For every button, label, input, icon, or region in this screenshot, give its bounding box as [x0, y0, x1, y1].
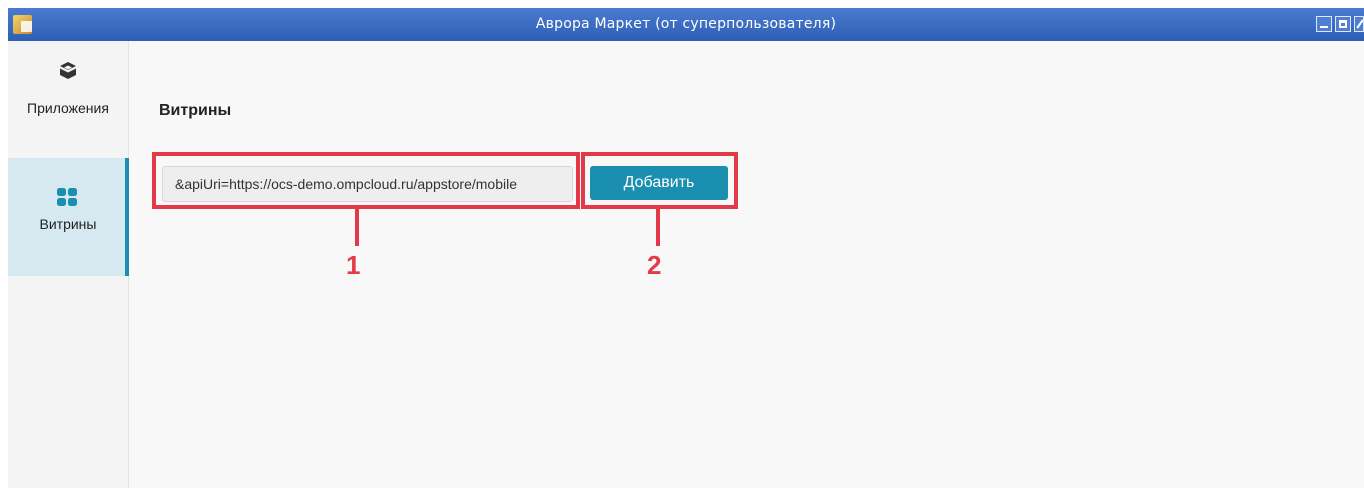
- page-title: Витрины: [159, 102, 232, 119]
- app-window: Аврора Маркет (от суперпользователя) При…: [8, 8, 1364, 488]
- callout-number-2: 2: [647, 250, 662, 280]
- sidebar-item-stores[interactable]: Витрины: [8, 158, 129, 276]
- window-title: Аврора Маркет (от суперпользователя): [535, 16, 837, 32]
- box-icon: [60, 62, 76, 79]
- sidebar-item-applications[interactable]: Приложения: [8, 41, 128, 143]
- sidebar-item-label: Витрины: [39, 216, 97, 232]
- minimize-icon[interactable]: [1316, 16, 1332, 32]
- sidebar-item-label: Приложения: [27, 100, 109, 116]
- title-bar[interactable]: Аврора Маркет (от суперпользователя): [8, 8, 1364, 41]
- window-controls: [1316, 16, 1364, 32]
- maximize-icon[interactable]: [1335, 16, 1351, 32]
- callout-number-1: 1: [346, 250, 361, 280]
- callout-line-1: [355, 208, 359, 246]
- sidebar: Приложения Витрины: [8, 41, 129, 488]
- highlight-box-1: [152, 152, 580, 209]
- grid-icon: [57, 188, 77, 206]
- main-content: Витрины Добавить 1 2: [129, 41, 1364, 488]
- close-icon[interactable]: [1354, 16, 1364, 32]
- highlight-box-2: [581, 152, 738, 209]
- callout-line-2: [656, 208, 660, 246]
